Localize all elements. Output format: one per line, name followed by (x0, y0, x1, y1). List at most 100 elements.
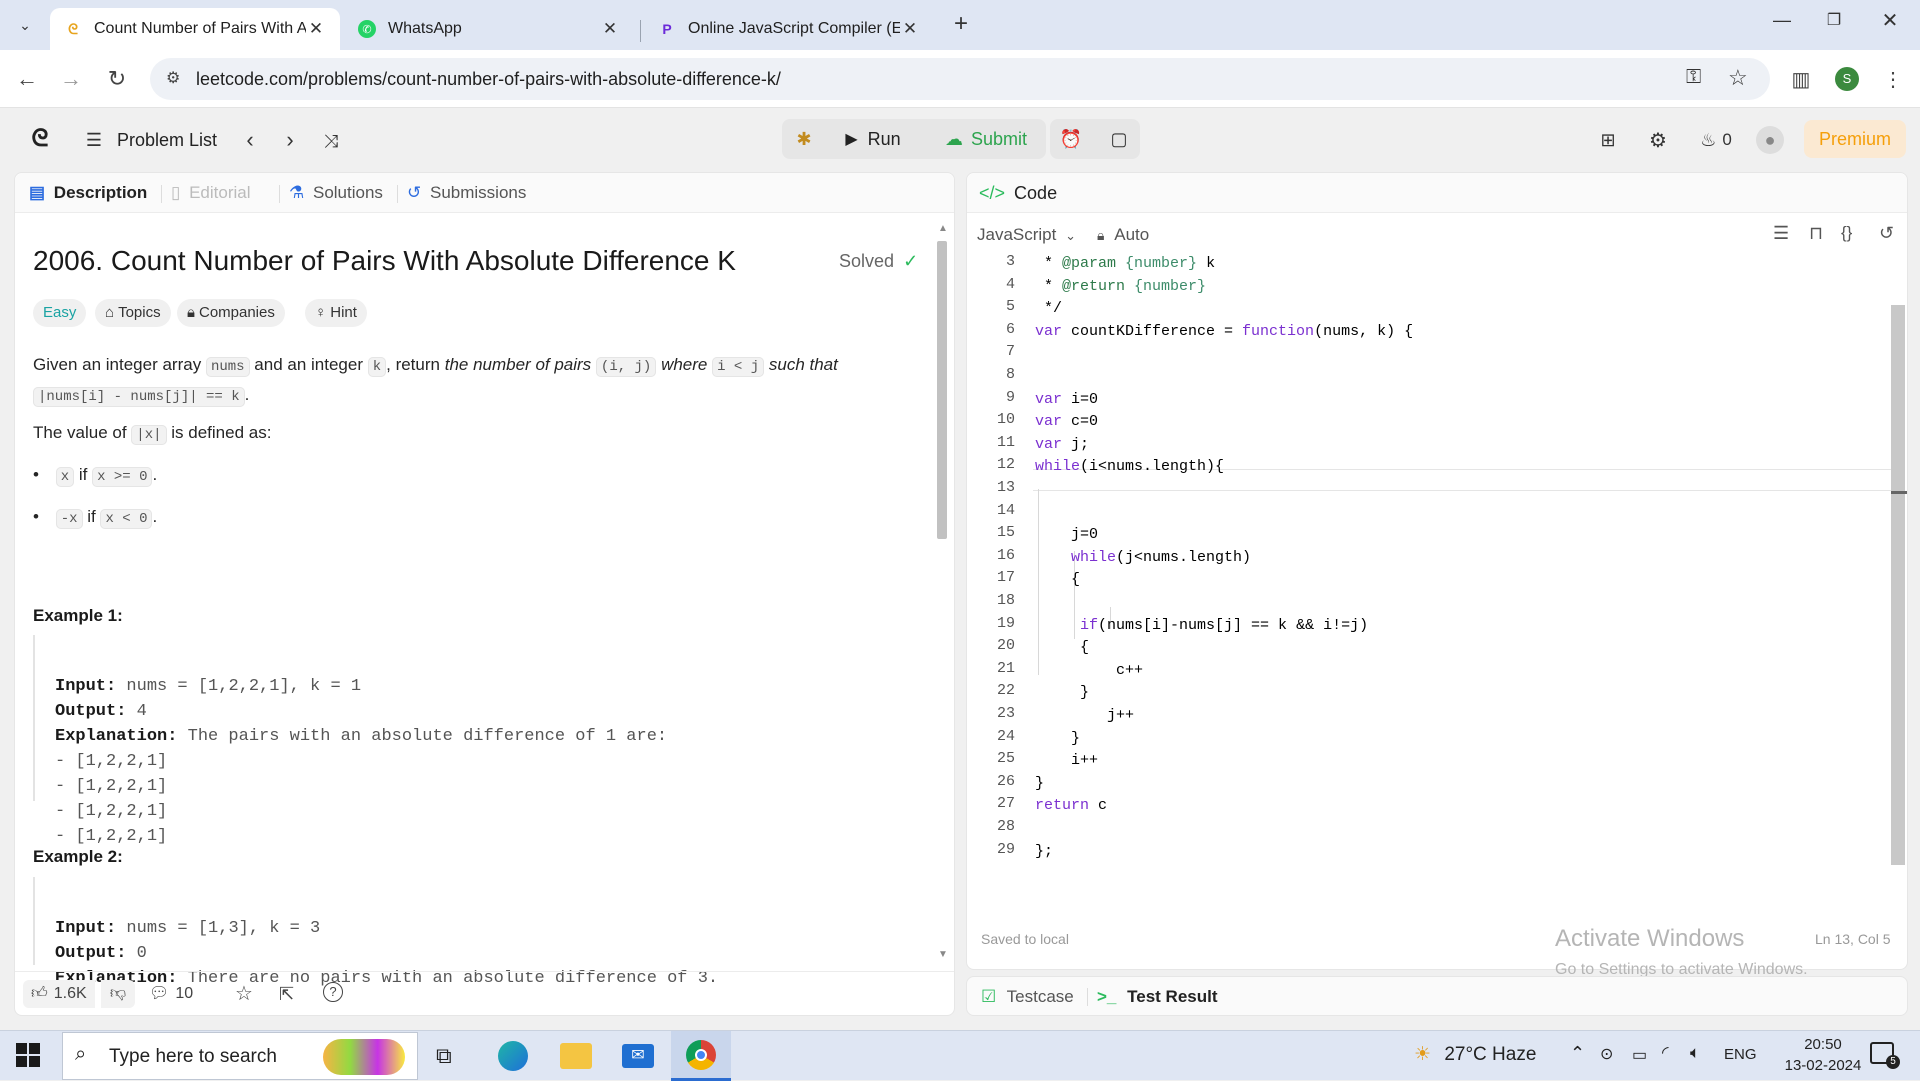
code-line[interactable] (1035, 502, 1891, 524)
braces-icon[interactable]: {} (1841, 223, 1852, 243)
file-explorer-icon[interactable] (560, 1043, 592, 1069)
like-button[interactable]: 👍︎ 1.6K (23, 980, 95, 1008)
code-line[interactable]: */ (1035, 298, 1891, 320)
code-tab[interactable]: </> Code (979, 183, 1057, 204)
bookmark-star-icon[interactable]: ☆ (1728, 65, 1748, 91)
companies-badge[interactable]: 🔒︎ Companies (177, 299, 285, 327)
problem-list-icon[interactable]: ☰ (82, 128, 106, 152)
code-line[interactable]: var j; (1035, 434, 1891, 456)
submit-button[interactable]: ☁ Submit (932, 124, 1040, 154)
code-line[interactable]: while(j<nums.length) (1035, 547, 1891, 569)
browser-menu-icon[interactable]: ⋮ (1878, 64, 1908, 94)
run-button[interactable]: ▶ Run (836, 124, 910, 154)
minimize-button[interactable]: — (1762, 10, 1802, 40)
taskbar-search[interactable]: ⌕ Type here to search (62, 1032, 418, 1080)
code-line[interactable]: j=0 (1035, 524, 1891, 546)
close-icon[interactable]: ✕ (600, 19, 620, 39)
code-line[interactable]: return c (1035, 795, 1891, 817)
language-select[interactable]: JavaScript ⌄ (977, 225, 1076, 245)
new-tab-button[interactable]: + (948, 12, 974, 38)
code-line[interactable]: var i=0 (1035, 389, 1891, 411)
code-line[interactable]: { (1035, 569, 1891, 591)
notes-icon[interactable]: ▢ (1104, 124, 1134, 154)
speaker-icon[interactable]: 🔈︎ (1690, 1043, 1700, 1063)
favorite-star-icon[interactable]: ☆ (235, 980, 253, 1008)
shuffle-icon[interactable]: ⤨ (318, 128, 344, 154)
next-problem-button[interactable]: › (278, 126, 302, 154)
code-line[interactable]: c++ (1035, 660, 1891, 682)
autocomplete-mode[interactable]: 🔒︎ Auto (1097, 225, 1149, 245)
topics-badge[interactable]: ⌂ Topics (95, 299, 171, 327)
clock-date[interactable]: 13-02-2024 (1778, 1057, 1868, 1074)
close-icon[interactable]: ✕ (900, 19, 920, 39)
leetcode-logo[interactable]: ᘓ (26, 124, 54, 154)
wifi-icon[interactable]: ◜ (1662, 1043, 1669, 1063)
alarm-clock-icon[interactable]: ⏰ (1056, 124, 1086, 154)
tab-leetcode[interactable]: ᘓ Count Number of Pairs With Ab ✕ (50, 8, 340, 50)
code-line[interactable]: }; (1035, 841, 1891, 863)
tab-search-button[interactable]: ⌄ (10, 12, 40, 38)
code-line[interactable] (1035, 592, 1891, 614)
hint-badge[interactable]: ♀ Hint (305, 299, 367, 327)
help-icon[interactable]: ? (323, 982, 343, 1002)
tab-programiz[interactable]: P Online JavaScript Compiler (Edi ✕ (644, 8, 934, 50)
code-line[interactable]: * @param {number} k (1035, 253, 1891, 275)
premium-button[interactable]: Premium (1804, 120, 1906, 158)
editor-scrollbar[interactable] (1891, 305, 1905, 865)
code-line[interactable]: j++ (1035, 705, 1891, 727)
settings-gear-icon[interactable]: ⚙ (1644, 126, 1672, 154)
profile-avatar[interactable]: S (1835, 67, 1859, 91)
battery-icon[interactable]: ▭ (1632, 1045, 1647, 1065)
comments-button[interactable]: 💬︎ 10 (149, 980, 193, 1008)
streak-flame-icon[interactable]: ♨ 0 (1692, 126, 1740, 154)
tab-testcase[interactable]: ☑ Testcase (981, 987, 1074, 1007)
edge-icon[interactable] (498, 1041, 528, 1071)
close-icon[interactable]: ✕ (306, 19, 326, 39)
windows-start-icon[interactable] (16, 1043, 40, 1067)
difficulty-badge[interactable]: Easy (33, 299, 87, 327)
code-line[interactable]: var countKDifference = function(nums, k)… (1035, 321, 1891, 343)
back-button[interactable]: ← (12, 64, 42, 94)
chrome-icon[interactable] (671, 1031, 731, 1081)
tab-whatsapp[interactable]: ✆ WhatsApp ✕ (344, 8, 634, 50)
layout-grid-icon[interactable]: ⊞ (1594, 126, 1622, 154)
tray-chevron-icon[interactable]: ⌃ (1570, 1043, 1585, 1064)
code-line[interactable]: if(nums[i]-nums[j] == k && i!=j) (1035, 615, 1891, 637)
prev-problem-button[interactable]: ‹ (238, 126, 262, 154)
debug-icon[interactable]: ✱ (790, 124, 818, 154)
reset-icon[interactable]: ↺ (1879, 223, 1894, 244)
address-bar[interactable]: ⚙ leetcode.com/problems/count-number-of-… (150, 58, 1770, 100)
description-scrollbar[interactable]: ▲ ▼ (935, 223, 949, 965)
code-line[interactable] (1035, 343, 1891, 365)
side-panel-icon[interactable]: ▥ (1786, 64, 1816, 94)
share-icon[interactable]: ⇱ (279, 980, 294, 1008)
code-line[interactable]: * @return {number} (1035, 276, 1891, 298)
code-line[interactable]: { (1035, 637, 1891, 659)
code-editor[interactable]: 3 * @param {number} k 4 * @return {number… (967, 253, 1891, 893)
tab-solutions[interactable]: ⚗ Solutions (289, 183, 383, 203)
problem-list-button[interactable]: Problem List (117, 130, 217, 151)
code-line[interactable]: } (1035, 682, 1891, 704)
bookmark-icon[interactable]: ⊓ (1809, 223, 1823, 244)
weather-widget[interactable]: ☀ 27°C Haze (1414, 1043, 1536, 1066)
code-line[interactable]: var c=0 (1035, 411, 1891, 433)
code-line[interactable] (1035, 818, 1891, 840)
code-line[interactable]: while(i<nums.length){ (1035, 456, 1891, 478)
forward-button[interactable]: → (56, 64, 86, 94)
input-language[interactable]: ENG (1724, 1046, 1757, 1063)
site-info-icon[interactable]: ⚙ (166, 68, 180, 88)
tab-submissions[interactable]: ↺ Submissions (407, 183, 526, 203)
problem-title[interactable]: 2006. Count Number of Pairs With Absolut… (33, 245, 736, 277)
task-view-icon[interactable]: ⧉ (436, 1043, 452, 1069)
tab-description[interactable]: ▤ Description (29, 183, 147, 203)
tab-editorial[interactable]: ▯ Editorial (171, 183, 251, 203)
tab-test-result[interactable]: >_ Test Result (1097, 987, 1218, 1007)
clock-time[interactable]: 20:50 (1788, 1036, 1858, 1053)
user-avatar[interactable]: ● (1756, 126, 1784, 154)
code-line[interactable] (1035, 366, 1891, 388)
restore-button[interactable]: ❐ (1814, 10, 1854, 40)
password-key-icon[interactable]: ⚿ (1686, 66, 1701, 89)
code-line[interactable]: } (1035, 773, 1891, 795)
dislike-button[interactable]: 👎︎ (101, 980, 135, 1008)
code-line[interactable] (1035, 479, 1891, 501)
